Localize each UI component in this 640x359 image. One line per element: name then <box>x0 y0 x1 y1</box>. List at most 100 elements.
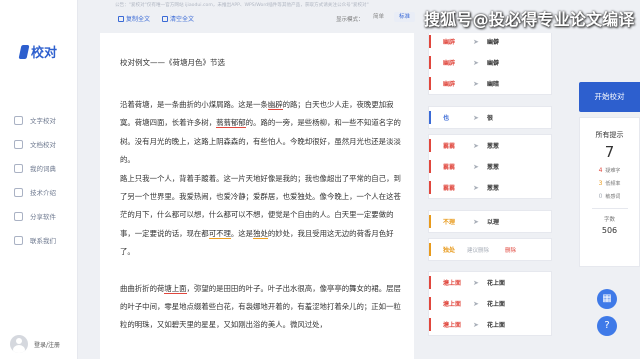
stats-panel: 所有提示 7 4 疑难字 3 低频率 0 敏感词 字数 506 <box>579 117 640 267</box>
suggested-word[interactable]: 幽暗 <box>487 79 499 88</box>
contact-icon <box>14 235 23 245</box>
sidebar-item-label: 联系我们 <box>30 237 56 245</box>
arrow-icon: ➤ <box>473 278 479 287</box>
error-highlight[interactable]: 塘上面 <box>164 283 187 294</box>
all-hints-label: 所有提示 <box>595 131 624 139</box>
suggested-word[interactable]: 花上面 <box>487 299 505 308</box>
sidebar-item-dictionary[interactable]: 我的词典 <box>0 156 78 180</box>
suggestion-card: 也 ➤ 很 <box>428 106 552 129</box>
clear-label: 清空全文 <box>170 16 195 23</box>
right-column: 开始校对 所有提示 7 4 疑难字 3 低频率 0 敏感词 字数 506 <box>579 82 640 267</box>
text-run: 沿着荷塘，是一条曲折的小煤屑路。这是一条 <box>120 100 268 109</box>
document-body[interactable]: 沿着荷塘，是一条曲折的小煤屑路。这是一条幽辟的路；白天也少人走，夜晚更加寂寞。荷… <box>120 96 404 335</box>
suggestion-hint: 建议删除 <box>467 247 490 254</box>
error-highlight[interactable]: 蓊蓊郁郁 <box>216 118 246 129</box>
document-icon <box>14 139 23 149</box>
error-highlight[interactable]: 独处 <box>253 228 268 239</box>
sidebar-item-tech[interactable]: 技术介绍 <box>0 180 78 204</box>
text-run: 。这是 <box>230 228 254 238</box>
help-icon[interactable]: ? <box>597 316 617 336</box>
suggestion-row[interactable]: 幽辟 ➤ 幽僻 <box>429 33 551 52</box>
sidebar-item-label: 我的词典 <box>30 165 56 173</box>
mode-simple-tab[interactable]: 简单 <box>368 12 389 22</box>
arrow-icon: ➤ <box>473 320 479 329</box>
sidebar-item-share[interactable]: 分享软件 <box>0 204 78 228</box>
sidebar-item-label: 技术介绍 <box>30 189 56 197</box>
sidebar-item-label: 文档校对 <box>30 141 56 149</box>
suggestion-row[interactable]: 塘上面 ➤ 花上面 <box>429 293 551 314</box>
original-word: 不理 <box>443 219 456 226</box>
copy-all-button[interactable]: 复制全文 <box>118 14 150 23</box>
severity-bar <box>429 56 431 69</box>
original-word: 蓊蓊 <box>443 164 456 171</box>
original-word: 蓊蓊 <box>443 143 456 150</box>
stat-suspect[interactable]: 3 低频率 <box>580 180 639 187</box>
start-check-button[interactable]: 开始校对 <box>579 82 640 112</box>
original-word: 也 <box>443 115 450 122</box>
stat-other[interactable]: 0 敏感词 <box>580 193 639 200</box>
arrow-icon: ➤ <box>473 79 479 88</box>
arrow-icon: ➤ <box>473 299 479 308</box>
suggested-word[interactable]: 很 <box>487 113 493 122</box>
sidebar-item-text-check[interactable]: 文字校对 <box>0 108 78 132</box>
watermark: 搜狐号@投必得专业论文编译 <box>424 10 635 29</box>
user-login[interactable]: 登录/注册 <box>10 335 60 353</box>
word-count: 506 <box>601 226 618 235</box>
severity-bar <box>429 160 431 173</box>
brand-name: 校对 <box>31 46 58 61</box>
suggestion-row[interactable]: 幽辟 ➤ 幽僻 <box>429 52 551 73</box>
sidebar-item-doc-check[interactable]: 文档校对 <box>0 132 78 156</box>
sidebar-item-contact[interactable]: 联系我们 <box>0 228 78 252</box>
suggested-word[interactable]: 幽僻 <box>487 37 499 46</box>
suggestion-row[interactable]: 塘上面 ➤ 花上面 <box>429 314 551 335</box>
suggested-word[interactable]: 葱葱 <box>487 183 499 192</box>
paragraph: 沿着荷塘，是一条曲折的小煤屑路。这是一条幽辟的路；白天也少人走，夜晚更加寂寞。荷… <box>120 96 404 170</box>
suggested-word[interactable]: 葱葱 <box>487 162 499 171</box>
sidebar-nav: 文字校对 文档校对 我的词典 技术介绍 分享软件 联系我们 <box>0 108 78 252</box>
paragraph: 路上只我一个人，背着手踱着。这一片天地好像是我的；我也像超出了平常的自己，到了另… <box>120 170 404 262</box>
logo[interactable]: 校对 <box>18 42 58 61</box>
severe-count: 4 <box>598 167 603 174</box>
suggestion-row[interactable]: 蓊蓊 ➤ 葱葱 <box>429 156 551 177</box>
severity-bar <box>429 243 431 256</box>
clear-all-button[interactable]: 清空全文 <box>162 14 194 23</box>
suggestion-row[interactable]: 独处 建议删除 删除 <box>429 239 551 260</box>
arrow-icon: ➤ <box>473 183 479 192</box>
book-icon <box>14 163 23 173</box>
error-highlight[interactable]: 幽辟 <box>267 100 283 110</box>
suggested-word[interactable]: 以理 <box>487 217 499 226</box>
suggested-word[interactable]: 葱葱 <box>487 141 499 150</box>
suggested-word[interactable]: 花上面 <box>487 320 505 329</box>
delete-button[interactable]: 删除 <box>505 246 516 254</box>
mode-standard-tab[interactable]: 标准 <box>394 12 416 22</box>
grid-apps-icon[interactable]: ▦ <box>597 289 617 309</box>
document-title: 校对例文——《荷塘月色》节选 <box>120 58 225 67</box>
original-word: 幽辟 <box>443 39 456 46</box>
suggested-word[interactable]: 幽僻 <box>487 58 499 67</box>
suggestion-card: 蓊蓊 ➤ 葱葱 蓊蓊 ➤ 葱葱 蓊蓊 ➤ 葱葱 <box>428 134 552 199</box>
suspect-label: 低频率 <box>605 181 621 187</box>
original-word: 幽辟 <box>443 60 456 67</box>
error-highlight[interactable]: 可不理 <box>208 228 231 239</box>
stat-severe[interactable]: 4 疑难字 <box>580 167 639 174</box>
paragraph: 曲曲折折的荷塘上面，弥望的是田田的叶子。叶子出水很高，像亭亭的舞女的裙。层层的叶… <box>120 280 404 335</box>
other-count: 0 <box>598 193 603 200</box>
suggestion-card: 塘上面 ➤ 花上面 塘上面 ➤ 花上面 塘上面 ➤ 花上面 <box>428 271 552 336</box>
suggestion-row[interactable]: 不理 ➤ 以理 <box>429 211 551 232</box>
arrow-icon: ➤ <box>473 217 479 226</box>
suspect-count: 3 <box>598 180 603 187</box>
suggestion-row[interactable]: 塘上面 ➤ 花上面 <box>429 272 551 293</box>
suggestion-row[interactable]: 也 ➤ 很 <box>429 107 551 128</box>
text-run: 曲曲折折的荷 <box>120 283 165 293</box>
suggestion-row[interactable]: 幽辟 ➤ 幽暗 <box>429 73 551 94</box>
sidebar-item-label: 分享软件 <box>30 213 56 221</box>
suggestion-row[interactable]: 蓊蓊 ➤ 葱葱 <box>429 177 551 198</box>
arrow-icon: ➤ <box>473 37 479 46</box>
original-word: 塘上面 <box>443 280 462 287</box>
severity-bar <box>429 276 431 289</box>
document-editor[interactable]: 校对例文——《荷塘月色》节选 沿着荷塘，是一条曲折的小煤屑路。这是一条幽辟的路；… <box>100 33 414 359</box>
suggested-word[interactable]: 花上面 <box>487 278 505 287</box>
suggestion-card: 幽辟 ➤ 幽僻 幽辟 ➤ 幽僻 幽辟 ➤ 幽暗 <box>428 33 552 95</box>
suggestion-row[interactable]: 蓊蓊 ➤ 葱葱 <box>429 135 551 156</box>
